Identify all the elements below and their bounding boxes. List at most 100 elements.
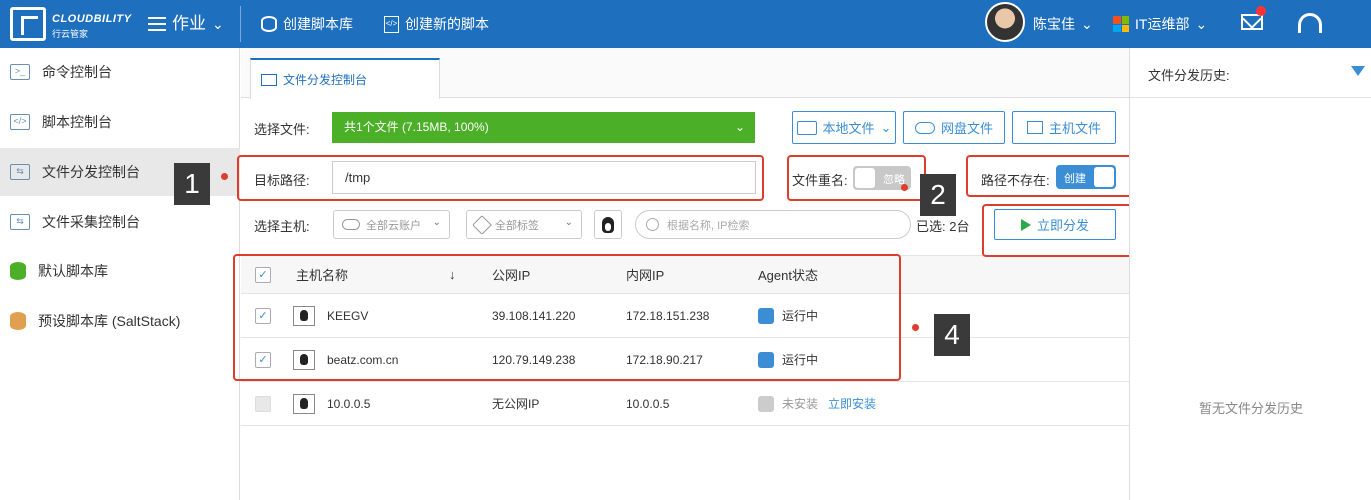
cloud-account-select[interactable]: 全部云账户 ⌄ xyxy=(333,210,450,239)
agent-status: 未安装 xyxy=(782,397,819,411)
tag-select[interactable]: 全部标签 ⌄ xyxy=(466,210,582,239)
logo[interactable]: CLOUDBILITY 行云管家 xyxy=(10,5,135,43)
annotation-box xyxy=(237,155,764,201)
file-collect-icon: ⇆ xyxy=(10,214,30,230)
windows-logo-icon xyxy=(1113,16,1129,32)
cloud-file-button[interactable]: 网盘文件 xyxy=(903,111,1005,144)
linux-host-icon xyxy=(293,393,315,414)
annotation-number: 2 xyxy=(920,174,956,216)
row-checkbox-disabled xyxy=(255,395,271,412)
file-summary-select[interactable]: 共1个文件 (7.15MB, 100%) ⌄ xyxy=(332,112,755,143)
chevron-down-icon: ⌄ xyxy=(880,119,892,135)
notification-dot xyxy=(1256,6,1266,16)
sidebar-item-label: 文件采集控制台 xyxy=(42,214,140,230)
annotation-box xyxy=(787,155,926,201)
table-row: 10.0.0.5 无公网IP 10.0.0.5 未安装 立即安装 xyxy=(241,382,1129,426)
selected-count: 已选: 2台 xyxy=(916,219,970,234)
cloud-icon xyxy=(342,219,360,230)
cloud-account-value: 全部云账户 xyxy=(366,219,421,232)
user-menu[interactable]: 陈宝佳 ⌄ xyxy=(1033,0,1093,48)
chevron-down-icon: ⌄ xyxy=(1081,16,1093,32)
annotation-box xyxy=(233,254,901,381)
host-file-button[interactable]: 主机文件 xyxy=(1012,111,1116,144)
host-name-cell: 10.0.0.5 xyxy=(293,382,370,425)
sidebar-item-script-console[interactable]: </> 脚本控制台 xyxy=(0,98,240,146)
annotation-dot xyxy=(912,324,919,331)
sidebar-item-file-collect-console[interactable]: ⇆ 文件采集控制台 xyxy=(0,198,240,246)
code-icon: </> xyxy=(10,114,30,130)
mail-icon[interactable] xyxy=(1241,14,1263,30)
terminal-icon: >_ xyxy=(10,64,30,80)
dept-name: IT运维部 xyxy=(1135,16,1190,32)
sidebar-item-command-console[interactable]: >_ 命令控制台 xyxy=(0,48,240,96)
filter-icon[interactable] xyxy=(1351,66,1365,76)
linux-penguin-icon xyxy=(602,217,614,233)
chevron-down-icon: ⌄ xyxy=(1195,16,1208,32)
database-green-icon xyxy=(10,262,26,280)
annotation-number: 4 xyxy=(934,314,970,356)
linux-filter-button[interactable] xyxy=(594,210,622,239)
chevron-down-icon: ⌄ xyxy=(564,217,573,228)
host-name: 10.0.0.5 xyxy=(327,396,371,411)
search-placeholder: 根据名称, IP检索 xyxy=(667,219,750,232)
file-transfer-icon xyxy=(261,73,277,86)
create-repo-label: 创建脚本库 xyxy=(283,16,353,32)
sidebar-item-label: 脚本控制台 xyxy=(42,114,112,130)
host-search-input[interactable]: 根据名称, IP检索 xyxy=(635,210,911,239)
file-summary: 共1个文件 (7.15MB, 100%) xyxy=(344,120,489,134)
private-ip: 10.0.0.5 xyxy=(626,396,670,411)
chevron-down-icon: ⌄ xyxy=(212,16,224,32)
tab-file-dispatch-console[interactable]: 文件分发控制台 xyxy=(250,58,440,99)
top-bar: CLOUDBILITY 行云管家 作业 ⌄ 创建脚本库 </> 创建新的脚本 陈… xyxy=(0,0,1371,48)
job-menu[interactable]: 作业 ⌄ xyxy=(148,0,224,48)
install-now-link[interactable]: 立即安装 xyxy=(828,395,876,412)
local-file-label: 本地文件 xyxy=(822,121,875,136)
headset-icon[interactable] xyxy=(1298,13,1322,33)
sidebar-item-label: 预设脚本库 (SaltStack) xyxy=(38,313,181,329)
tag-icon xyxy=(472,214,492,235)
logo-mark-icon xyxy=(10,7,46,41)
sidebar-item-label: 命令控制台 xyxy=(42,64,112,80)
annotation-box xyxy=(966,155,1142,197)
cloud-file-label: 网盘文件 xyxy=(940,121,993,136)
host-file-label: 主机文件 xyxy=(1048,121,1101,136)
sidebar-item-label: 默认脚本库 xyxy=(38,263,108,279)
monitor-icon xyxy=(1026,121,1043,134)
history-header: 文件分发历史: xyxy=(1130,48,1371,98)
job-menu-label: 作业 xyxy=(172,14,206,33)
logo-subtitle: 行云管家 xyxy=(52,29,89,39)
cloud-icon xyxy=(914,121,935,134)
hamburger-icon xyxy=(148,17,166,31)
tab-bar: 文件分发控制台 xyxy=(241,48,1129,99)
database-orange-icon xyxy=(10,312,26,330)
history-title: 文件分发历史: xyxy=(1148,68,1230,83)
logo-text: CLOUDBILITY xyxy=(52,13,132,25)
agent-status-cell: 未安装 立即安装 xyxy=(758,382,876,425)
divider xyxy=(240,6,241,42)
annotation-dot xyxy=(221,173,228,180)
annotation-number: 1 xyxy=(174,163,210,205)
create-script-label: 创建新的脚本 xyxy=(405,16,489,32)
code-file-icon: </> xyxy=(384,15,399,33)
tab-label: 文件分发控制台 xyxy=(283,73,368,87)
history-empty-text: 暂无文件分发历史 xyxy=(1198,401,1303,416)
local-file-button[interactable]: 本地文件 ⌄ xyxy=(792,111,896,144)
tag-value: 全部标签 xyxy=(495,219,539,232)
dept-menu[interactable]: IT运维部 ⌄ xyxy=(1113,0,1207,48)
public-ip: 无公网IP xyxy=(492,397,540,411)
annotation-dot xyxy=(901,184,908,191)
cloud-agent-off-icon xyxy=(758,395,774,412)
chevron-down-icon: ⌄ xyxy=(734,120,745,134)
sidebar-item-saltstack-repo[interactable]: 预设脚本库 (SaltStack) xyxy=(0,297,240,345)
select-host-label: 选择主机: xyxy=(254,219,310,234)
sidebar-item-default-repo[interactable]: 默认脚本库 xyxy=(0,247,240,295)
avatar[interactable] xyxy=(985,2,1025,42)
create-script-button[interactable]: </> 创建新的脚本 xyxy=(384,0,489,48)
drive-icon xyxy=(796,120,817,135)
sidebar: >_ 命令控制台 </> 脚本控制台 ⇆ 文件分发控制台 ⇆ 文件采集控制台 默… xyxy=(0,48,240,500)
dispatch-history-panel: 文件分发历史: 暂无文件分发历史 xyxy=(1129,48,1371,500)
create-repo-button[interactable]: 创建脚本库 xyxy=(261,0,353,48)
search-icon xyxy=(646,218,659,231)
file-transfer-icon: ⇆ xyxy=(10,164,30,180)
user-name: 陈宝佳 xyxy=(1033,16,1075,32)
